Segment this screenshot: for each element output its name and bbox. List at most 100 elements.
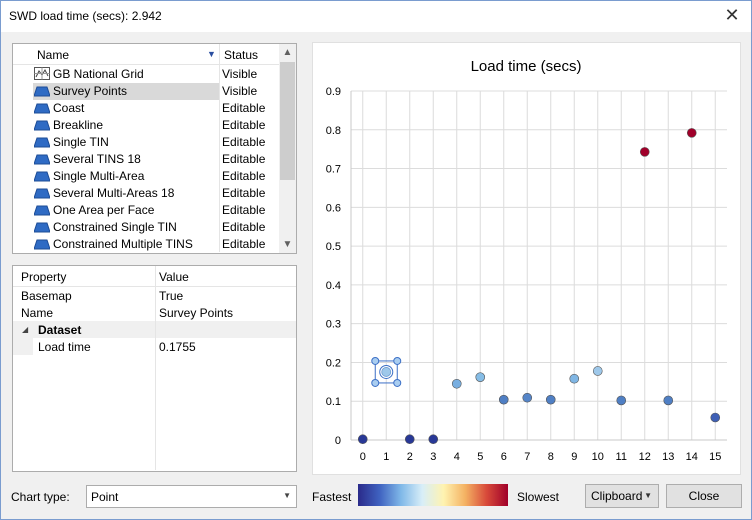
property-value: Survey Points	[159, 306, 234, 320]
data-point[interactable]	[475, 372, 486, 382]
sort-arrow-icon[interactable]: ▼	[207, 49, 216, 59]
layer-list: Name ▼ Status GB National Grid Visible Sur…	[12, 43, 297, 254]
layer-row[interactable]: Several TINS 18 Editable	[13, 151, 279, 168]
fastest-label: Fastest	[312, 490, 352, 504]
data-point[interactable]	[686, 128, 697, 138]
data-point[interactable]	[663, 395, 674, 406]
layer-name: One Area per Face	[53, 203, 155, 217]
y-tick-label: 0.6	[326, 202, 341, 214]
scroll-up-icon[interactable]: ▲	[279, 44, 296, 61]
clipboard-button[interactable]: Clipboard ▼	[585, 484, 659, 508]
slowest-label: Slowest	[517, 490, 560, 504]
layer-row[interactable]: GB National Grid Visible	[13, 66, 279, 83]
column-header-name[interactable]: Name	[37, 48, 217, 62]
layer-name-cell: Coast	[33, 100, 219, 117]
layer-name: Several TINS 18	[53, 152, 141, 166]
load-time-chart: Load time (secs) 0 0.1 0.2 0.3 0.4 0.5 0.6 0.7 0.…	[312, 42, 741, 475]
x-tick-label: 2	[407, 451, 413, 463]
chart-type-select[interactable]: Point ▼	[86, 485, 297, 508]
data-point[interactable]	[381, 367, 392, 377]
chevron-down-icon: ▼	[283, 491, 291, 500]
close-button[interactable]: Close	[666, 484, 742, 508]
layer-row[interactable]: Coast Editable	[13, 100, 279, 117]
grid-icon	[34, 67, 50, 80]
layer-status: Visible	[222, 67, 258, 81]
data-point[interactable]	[616, 395, 627, 406]
layer-row[interactable]: Constrained Multiple TINS Editable	[13, 236, 279, 253]
chart-type-label: Chart type:	[11, 490, 70, 504]
data-point[interactable]	[545, 394, 556, 405]
data-point[interactable]	[428, 434, 439, 445]
layer-name-cell: One Area per Face	[33, 202, 219, 219]
x-tick-label: 3	[430, 451, 436, 463]
property-value: True	[159, 289, 184, 303]
layer-icon	[33, 103, 51, 114]
layer-status: Editable	[222, 152, 266, 166]
x-tick-label: 12	[639, 451, 651, 463]
data-point[interactable]	[451, 378, 462, 389]
data-point[interactable]	[404, 434, 415, 445]
column-header-status[interactable]: Status	[224, 48, 258, 62]
layer-status: Editable	[222, 118, 266, 132]
close-icon[interactable]: ✕	[721, 4, 743, 26]
layer-status: Editable	[222, 220, 266, 234]
layer-status: Editable	[222, 237, 266, 251]
data-point[interactable]	[592, 366, 603, 376]
property-key: Basemap	[21, 289, 72, 303]
data-point[interactable]	[498, 394, 509, 405]
group-label: Dataset	[38, 323, 82, 337]
data-point[interactable]	[522, 392, 533, 403]
layer-list-header: Name ▼ Status	[13, 44, 279, 65]
layer-row[interactable]: Single Multi-Area Editable	[13, 168, 279, 185]
selection-handle[interactable]	[393, 378, 402, 387]
layer-row[interactable]: Survey Points Visible	[13, 83, 279, 100]
scrollbar-thumb[interactable]	[280, 62, 295, 180]
layer-name: Several Multi-Areas 18	[53, 186, 175, 200]
layer-name-cell: Breakline	[33, 117, 219, 134]
layer-name: Survey Points	[53, 84, 128, 98]
y-tick-label: 0	[335, 435, 341, 447]
collapse-triangle-icon[interactable]: ◢	[22, 325, 28, 334]
status-column-divider	[219, 64, 220, 252]
layer-name: Constrained Multiple TINS	[53, 237, 193, 251]
x-tick-label: 1	[383, 451, 389, 463]
layer-icon	[33, 222, 51, 233]
layer-row[interactable]: Several Multi-Areas 18 Editable	[13, 185, 279, 202]
data-point[interactable]	[639, 147, 650, 157]
x-tick-label: 8	[548, 451, 554, 463]
property-grid-header: Property Value	[13, 266, 296, 287]
selection-handle[interactable]	[371, 378, 380, 387]
x-tick-label: 5	[477, 451, 483, 463]
y-tick-label: 0.1	[326, 396, 341, 408]
layer-row[interactable]: One Area per Face Editable	[13, 202, 279, 219]
layer-row[interactable]: Single TIN Editable	[13, 134, 279, 151]
clipboard-button-label: Clipboard	[591, 489, 643, 503]
chart-type-value: Point	[91, 490, 119, 504]
layer-status: Editable	[222, 135, 266, 149]
data-point[interactable]	[710, 412, 721, 423]
layer-name: GB National Grid	[53, 67, 144, 81]
layer-name-cell: Several TINS 18	[33, 151, 219, 168]
layer-name-cell: Single TIN	[33, 134, 219, 151]
layer-row[interactable]: Constrained Single TIN Editable	[13, 219, 279, 236]
layer-icon	[33, 137, 51, 148]
x-tick-label: 7	[524, 451, 530, 463]
window-title: SWD load time (secs): 2.942	[9, 9, 162, 23]
data-point[interactable]	[357, 434, 368, 445]
data-point[interactable]	[569, 373, 580, 384]
value-column-divider	[155, 286, 156, 470]
y-tick-label: 0.7	[326, 164, 341, 176]
layer-icon	[33, 171, 51, 182]
selection-handle[interactable]	[371, 356, 380, 365]
x-tick-label: 15	[709, 451, 721, 463]
layer-name-cell: Constrained Multiple TINS	[33, 236, 219, 253]
layer-status: Editable	[222, 203, 266, 217]
scroll-down-icon[interactable]: ▼	[279, 236, 296, 253]
x-tick-label: 6	[501, 451, 507, 463]
selection-handle[interactable]	[393, 356, 402, 365]
layer-status: Visible	[222, 84, 258, 98]
y-tick-label: 0.5	[326, 241, 341, 253]
layer-row[interactable]: Breakline Editable	[13, 117, 279, 134]
layer-list-scrollbar[interactable]: ▲ ▼	[279, 44, 296, 253]
column-header-value: Value	[159, 270, 189, 284]
